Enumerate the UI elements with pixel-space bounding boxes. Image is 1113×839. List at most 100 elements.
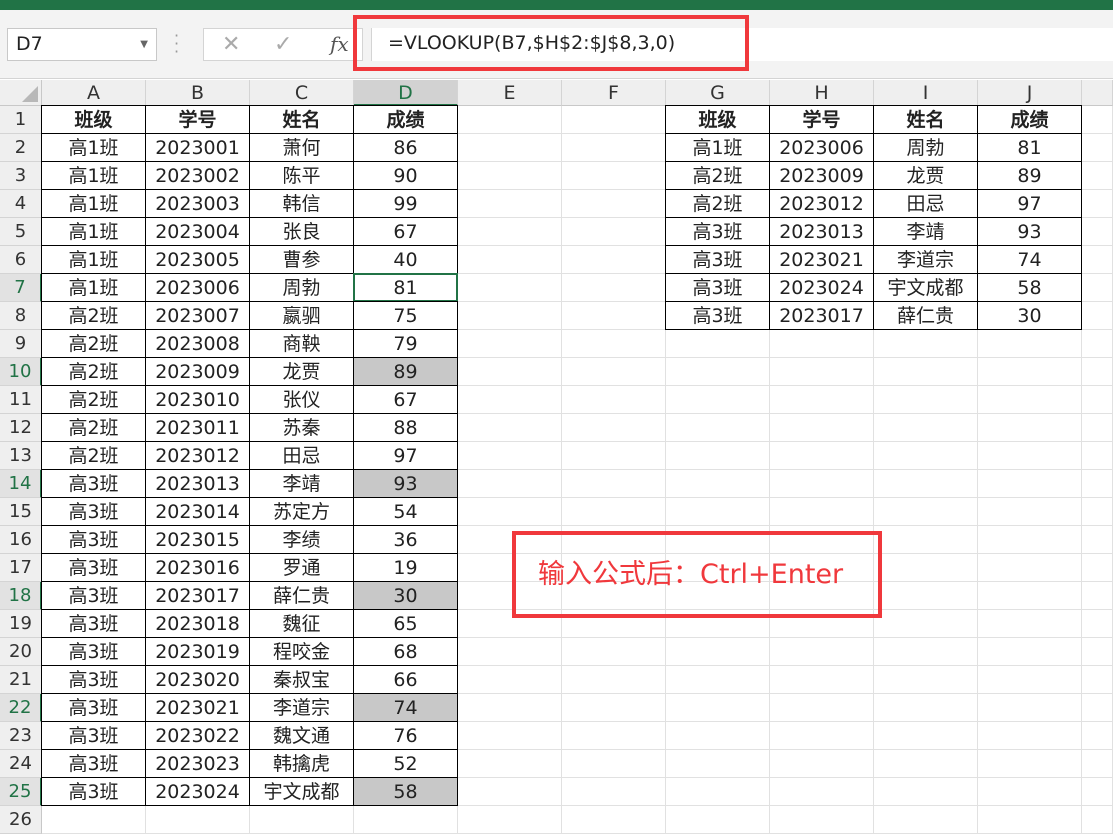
left-table-cell[interactable]: 高1班 — [41, 161, 146, 190]
left-header-cell[interactable]: 班级 — [41, 105, 146, 134]
empty-cell[interactable] — [562, 498, 666, 526]
empty-cell[interactable] — [666, 750, 770, 778]
left-table-cell[interactable]: 2023020 — [145, 665, 250, 694]
left-table-cell[interactable]: 2023018 — [145, 609, 250, 638]
empty-cell[interactable] — [458, 694, 562, 722]
row-header-8[interactable]: 8 — [0, 302, 42, 330]
empty-cell[interactable] — [562, 302, 666, 330]
left-table-cell[interactable]: 李靖 — [249, 469, 354, 498]
left-table-cell[interactable]: 2023013 — [145, 469, 250, 498]
row-header-18[interactable]: 18 — [0, 582, 42, 610]
left-table-cell[interactable]: 30 — [353, 581, 458, 610]
right-table-cell[interactable]: 30 — [977, 301, 1082, 330]
row-header-1[interactable]: 1 — [0, 106, 42, 134]
empty-cell[interactable] — [978, 582, 1082, 610]
empty-cell[interactable] — [770, 806, 874, 834]
empty-cell[interactable] — [874, 498, 978, 526]
row-header-13[interactable]: 13 — [0, 442, 42, 470]
left-table-cell[interactable]: 高3班 — [41, 637, 146, 666]
row-header-20[interactable]: 20 — [0, 638, 42, 666]
left-table-cell[interactable]: 88 — [353, 413, 458, 442]
left-table-cell[interactable]: 高3班 — [41, 581, 146, 610]
empty-cell[interactable] — [874, 610, 978, 638]
empty-cell[interactable] — [874, 470, 978, 498]
column-header-b[interactable]: B — [146, 80, 250, 106]
drag-handle-icon[interactable]: · · · — [174, 28, 179, 60]
row-header-17[interactable]: 17 — [0, 554, 42, 582]
empty-cell[interactable] — [458, 750, 562, 778]
empty-cell[interactable] — [458, 358, 562, 386]
empty-cell[interactable] — [978, 778, 1082, 806]
empty-cell[interactable] — [562, 246, 666, 274]
right-table-cell[interactable]: 李靖 — [873, 217, 978, 246]
left-table-cell[interactable]: 商鞅 — [249, 329, 354, 358]
column-header-d[interactable]: D — [354, 80, 458, 106]
row-header-23[interactable]: 23 — [0, 722, 42, 750]
empty-cell[interactable] — [666, 778, 770, 806]
empty-cell[interactable] — [770, 414, 874, 442]
right-table-cell[interactable]: 93 — [977, 217, 1082, 246]
left-table-cell[interactable]: 田忌 — [249, 441, 354, 470]
right-table-cell[interactable]: 2023012 — [769, 189, 874, 218]
empty-cell[interactable] — [770, 386, 874, 414]
empty-cell[interactable] — [978, 386, 1082, 414]
empty-cell[interactable] — [458, 722, 562, 750]
left-table-cell[interactable]: 2023019 — [145, 637, 250, 666]
select-all-button[interactable] — [0, 80, 42, 106]
empty-cell[interactable] — [354, 806, 458, 834]
empty-cell[interactable] — [874, 386, 978, 414]
left-header-cell[interactable]: 成绩 — [353, 105, 458, 134]
left-table-cell[interactable]: 2023022 — [145, 721, 250, 750]
left-table-cell[interactable]: 高3班 — [41, 777, 146, 806]
empty-cell[interactable] — [770, 666, 874, 694]
empty-cell[interactable] — [146, 806, 250, 834]
column-header-f[interactable]: F — [562, 80, 666, 106]
left-table-cell[interactable]: 99 — [353, 189, 458, 218]
empty-cell[interactable] — [562, 442, 666, 470]
empty-cell[interactable] — [874, 442, 978, 470]
empty-cell[interactable] — [874, 582, 978, 610]
left-table-cell[interactable]: 97 — [353, 441, 458, 470]
empty-cell[interactable] — [978, 610, 1082, 638]
left-table-cell[interactable]: 曹参 — [249, 245, 354, 274]
left-header-cell[interactable]: 学号 — [145, 105, 250, 134]
left-table-cell[interactable]: 宇文成都 — [249, 777, 354, 806]
row-header-21[interactable]: 21 — [0, 666, 42, 694]
left-table-cell[interactable]: 66 — [353, 665, 458, 694]
row-header-11[interactable]: 11 — [0, 386, 42, 414]
right-table-cell[interactable]: 2023017 — [769, 301, 874, 330]
empty-cell[interactable] — [458, 246, 562, 274]
left-table-cell[interactable]: 2023005 — [145, 245, 250, 274]
empty-cell[interactable] — [666, 358, 770, 386]
empty-cell[interactable] — [666, 498, 770, 526]
empty-cell[interactable] — [562, 162, 666, 190]
left-table-cell[interactable]: 86 — [353, 133, 458, 162]
empty-cell[interactable] — [562, 722, 666, 750]
left-table-cell[interactable]: 40 — [353, 245, 458, 274]
left-table-cell[interactable]: 58 — [353, 777, 458, 806]
left-table-cell[interactable]: 嬴驷 — [249, 301, 354, 330]
empty-cell[interactable] — [978, 638, 1082, 666]
right-table-cell[interactable]: 74 — [977, 245, 1082, 274]
empty-cell[interactable] — [666, 722, 770, 750]
left-table-cell[interactable]: 2023014 — [145, 497, 250, 526]
left-table-cell[interactable]: 76 — [353, 721, 458, 750]
left-table-cell[interactable]: 2023021 — [145, 693, 250, 722]
left-table-cell[interactable]: 苏定方 — [249, 497, 354, 526]
left-table-cell[interactable]: 2023011 — [145, 413, 250, 442]
left-table-cell[interactable]: 19 — [353, 553, 458, 582]
name-box[interactable]: D7 ▼ — [7, 28, 157, 61]
empty-cell[interactable] — [458, 638, 562, 666]
empty-cell[interactable] — [666, 330, 770, 358]
empty-cell[interactable] — [978, 554, 1082, 582]
empty-cell[interactable] — [562, 274, 666, 302]
empty-cell[interactable] — [874, 750, 978, 778]
empty-cell[interactable] — [874, 778, 978, 806]
empty-cell[interactable] — [874, 722, 978, 750]
empty-cell[interactable] — [458, 106, 562, 134]
left-table-cell[interactable]: 2023003 — [145, 189, 250, 218]
empty-cell[interactable] — [978, 666, 1082, 694]
column-header-e[interactable]: E — [458, 80, 562, 106]
left-table-cell[interactable]: 魏征 — [249, 609, 354, 638]
empty-cell[interactable] — [770, 442, 874, 470]
